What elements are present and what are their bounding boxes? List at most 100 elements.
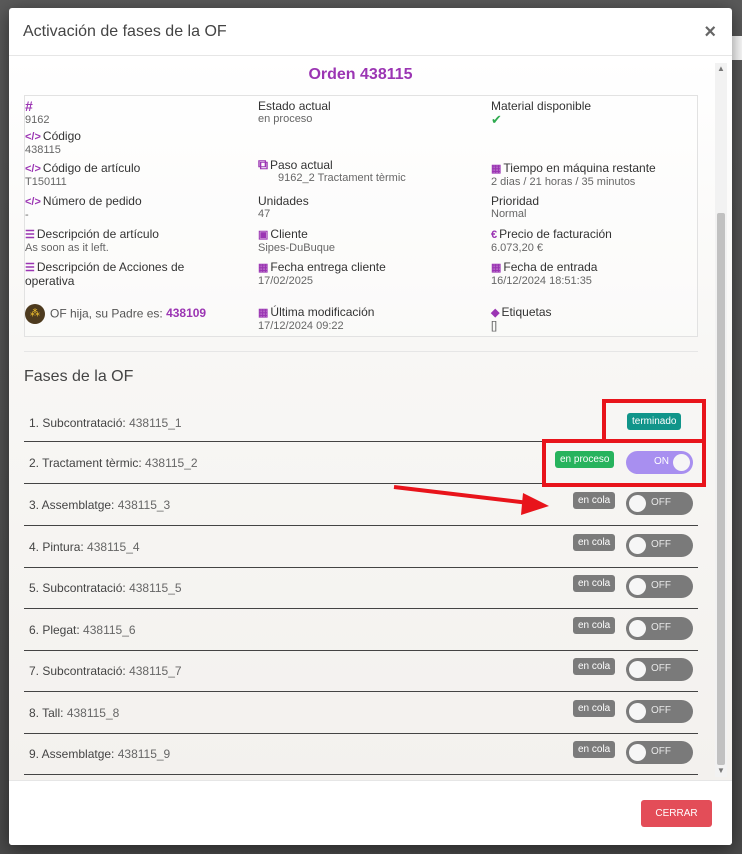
phases-title: Fases de la OF — [24, 368, 134, 385]
phase-name: 4. Pintura: 438115_4 — [29, 540, 140, 554]
phase-toggle[interactable]: OFF — [626, 492, 693, 515]
cliente-value: Sipes-DuBuque — [258, 242, 336, 254]
briefcase-icon: ▣ — [258, 229, 269, 241]
status-badge: en cola — [573, 492, 616, 509]
modificacion-value: 17/12/2024 09:22 — [258, 320, 344, 332]
status-badge: en cola — [573, 658, 616, 675]
phase-toggle[interactable]: OFF — [626, 575, 693, 598]
phase-toggle[interactable]: OFF — [626, 658, 693, 681]
phase-row: 8. Tall: 438115_8 en cola OFF — [24, 692, 698, 734]
paso-label: Paso actual — [270, 158, 333, 172]
order-title: Orden 438115 — [308, 66, 413, 83]
etiquetas-label: Etiquetas — [501, 305, 552, 319]
phase-toggle[interactable]: OFF — [626, 534, 693, 557]
modal-title: Activación de fases de la OF — [23, 22, 227, 40]
toggle-knob — [629, 703, 646, 720]
status-badge: en cola — [573, 575, 616, 592]
info-fecha-entrada: ▦ Fecha de entrada 16/12/2024 18:51:35 — [491, 261, 597, 288]
toggle-knob — [629, 495, 646, 512]
code-icon: </> — [25, 196, 41, 208]
desc-articulo-value: As soon as it left. — [25, 242, 109, 254]
info-unidades: Unidades 47 — [258, 195, 309, 221]
prioridad-label: Prioridad — [491, 194, 540, 208]
calendar-icon: ▦ — [258, 262, 269, 274]
info-prioridad: Prioridad Normal — [491, 195, 539, 221]
calendar-icon: ▦ — [491, 262, 502, 274]
hash-icon: # — [25, 98, 33, 114]
modal-footer: CERRAR — [9, 780, 732, 845]
toggle-label: OFF — [651, 663, 671, 674]
toggle-label: OFF — [651, 580, 671, 591]
phase-row: 9. Assemblatge: 438115_9 en cola OFF — [24, 733, 698, 775]
toggle-label: OFF — [651, 497, 671, 508]
status-badge: en cola — [573, 741, 616, 758]
scroll-down-icon[interactable]: ▼ — [715, 765, 727, 777]
annotation-highlight-box — [542, 439, 706, 487]
calendar-icon: ▦ — [258, 307, 269, 319]
phase-row: 1. Subcontratació: 438115_1 terminado — [24, 400, 698, 442]
phase-name: 8. Tall: 438115_8 — [29, 706, 120, 720]
info-codigo: </> Código 438115 — [25, 130, 81, 157]
modificacion-label: Última modificación — [270, 305, 375, 319]
info-pedido: </> Número de pedido - — [25, 195, 142, 222]
phase-toggle[interactable]: OFF — [626, 741, 693, 764]
codigo-articulo-label: Código de artículo — [42, 161, 141, 175]
info-id: # 9162 — [25, 98, 50, 127]
toggle-label: OFF — [651, 746, 671, 757]
phase-name: 2. Tractament tèrmic: 438115_2 — [29, 456, 198, 470]
estado-label: Estado actual — [258, 99, 331, 113]
info-desc-acciones: ☰ Descripción de Acciones de operativa — [25, 261, 225, 288]
phase-name: 9. Assemblatge: 438115_9 — [29, 747, 171, 761]
phase-row: 6. Plegat: 438115_6 en cola OFF — [24, 609, 698, 651]
parent-order-link[interactable]: 438109 — [166, 306, 206, 320]
phase-toggle[interactable]: OFF — [626, 700, 693, 723]
phases-modal: Activación de fases de la OF × ▲ ▼ Orden… — [9, 8, 732, 845]
toggle-knob — [629, 578, 646, 595]
annotation-highlight-box — [602, 399, 706, 443]
toggle-label: OFF — [651, 705, 671, 716]
toggle-knob — [629, 744, 646, 761]
toggle-label: OFF — [651, 622, 671, 633]
pedido-label: Número de pedido — [42, 194, 142, 208]
phase-name: 7. Subcontratació: 438115_7 — [29, 664, 182, 678]
phase-name: 3. Assemblatge: 438115_3 — [29, 498, 171, 512]
phase-name: 1. Subcontratació: 438115_1 — [29, 416, 182, 430]
close-button[interactable]: CERRAR — [641, 800, 712, 827]
id-value: 9162 — [25, 114, 50, 126]
modal-body[interactable]: ▲ ▼ Orden 438115 # 9162 </> Código 438115… — [9, 57, 732, 780]
info-precio: € Precio de facturación 6.073,20 € — [491, 228, 612, 255]
estado-value: en proceso — [258, 113, 313, 125]
fecha-entrega-value: 17/02/2025 — [258, 275, 314, 287]
calendar-icon: ▦ — [491, 163, 502, 175]
info-fecha-entrega: ▦ Fecha entrega cliente 17/02/2025 — [258, 261, 386, 288]
info-modificacion: ▦ Última modificación 17/12/2024 09:22 — [258, 306, 374, 333]
scrollbar[interactable]: ▲ ▼ — [715, 63, 727, 777]
hierarchy-icon: ⁂ — [25, 304, 45, 324]
check-icon: ✔ — [491, 112, 502, 127]
status-badge: en cola — [573, 617, 616, 634]
info-paso: ⧉ Paso actual 9162_2 Tractament tèrmic — [258, 157, 406, 185]
desc-acciones-label: Descripción de Acciones de operativa — [25, 260, 185, 288]
scroll-up-icon[interactable]: ▲ — [715, 63, 727, 75]
euro-icon: € — [491, 229, 498, 241]
phase-name: 6. Plegat: 438115_6 — [29, 623, 136, 637]
info-parent: ⁂ OF hija, su Padre es: 438109 — [25, 304, 206, 324]
annotation-arrow-icon — [393, 485, 549, 515]
scrollbar-thumb[interactable] — [717, 213, 725, 765]
paso-value: 9162_2 Tractament tèrmic — [278, 172, 406, 184]
toggle-knob — [629, 537, 646, 554]
phase-toggle[interactable]: OFF — [626, 617, 693, 640]
list-icon: ☰ — [25, 262, 35, 274]
close-icon[interactable]: × — [704, 21, 716, 44]
fecha-entrega-label: Fecha entrega cliente — [270, 260, 386, 274]
phase-name: 5. Subcontratació: 438115_5 — [29, 581, 182, 595]
codigo-value: 438115 — [25, 144, 61, 156]
phase-row: 4. Pintura: 438115_4 en cola OFF — [24, 526, 698, 568]
phase-row: 3. Assemblatge: 438115_3 en cola OFF — [24, 484, 698, 526]
tiempo-value: 2 dias / 21 horas / 35 minutos — [491, 176, 636, 188]
info-cliente: ▣ Cliente Sipes-DuBuque — [258, 228, 335, 255]
phase-row: 7. Subcontratació: 438115_7 en cola OFF — [24, 650, 698, 692]
etiquetas-value: [] — [491, 320, 498, 332]
code-icon: </> — [25, 131, 41, 143]
order-info-panel: # 9162 </> Código 438115 </> Código de art… — [24, 95, 698, 337]
